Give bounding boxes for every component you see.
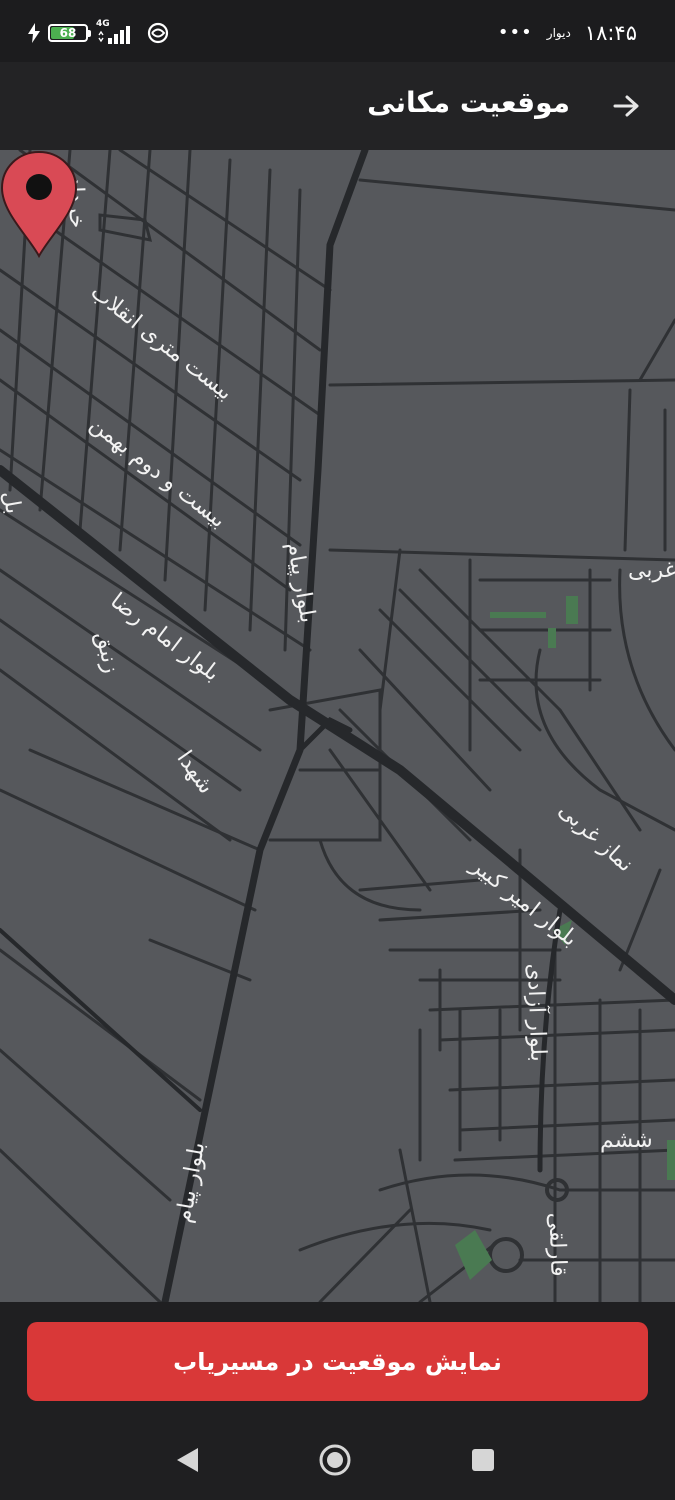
circle-home-icon: [319, 1444, 351, 1476]
page-title: موقعیت مکانی: [367, 86, 570, 119]
status-icons-right: ••• دیوار ۱۸:۴۵: [498, 20, 637, 46]
system-nav-bar: [0, 1420, 675, 1500]
arrow-right-icon: [613, 95, 639, 117]
street-label: قارلقی: [543, 1212, 571, 1277]
overflow-dots: •••: [497, 22, 533, 43]
back-button[interactable]: [605, 84, 649, 128]
notification-app-badge: دیوار: [546, 26, 571, 40]
location-pin-icon[interactable]: [0, 150, 78, 260]
street-label: ششم: [600, 1128, 653, 1153]
network-type: 4G: [96, 19, 110, 29]
street-label: بلوار آزادی: [521, 962, 551, 1063]
nav-recents-button[interactable]: [461, 1438, 505, 1482]
battery-percent: 68: [59, 26, 77, 40]
street-label: غربی: [628, 558, 675, 583]
phone-screen: 68 4G ••• دیوار ۱۸:۴۵ موقعیت مکانی خرداد…: [0, 0, 675, 1500]
map-roads: [0, 150, 675, 1302]
status-bar: 68 4G ••• دیوار ۱۸:۴۵: [0, 0, 675, 62]
signal-icon: 4G: [96, 19, 136, 45]
status-icons-left: 68 4G: [28, 19, 172, 46]
bottom-action-panel: نمایش موقعیت در مسیریاب: [0, 1302, 675, 1420]
app-bar: موقعیت مکانی: [0, 62, 675, 150]
nav-back-button[interactable]: [165, 1438, 209, 1482]
show-in-router-button[interactable]: نمایش موقعیت در مسیریاب: [27, 1322, 648, 1401]
battery-icon: 68: [48, 24, 91, 42]
clock: ۱۸:۴۵: [584, 21, 637, 45]
nav-home-button[interactable]: [313, 1438, 357, 1482]
street-label: بل: [0, 489, 26, 516]
square-recents-icon: [472, 1449, 494, 1471]
triangle-back-icon: [177, 1448, 198, 1472]
map-view[interactable]: خرداد بیست متری انقلاب بیست و دوم بهمن ب…: [0, 150, 675, 1302]
vpn-icon: [147, 22, 169, 44]
charging-icon: [28, 23, 40, 43]
